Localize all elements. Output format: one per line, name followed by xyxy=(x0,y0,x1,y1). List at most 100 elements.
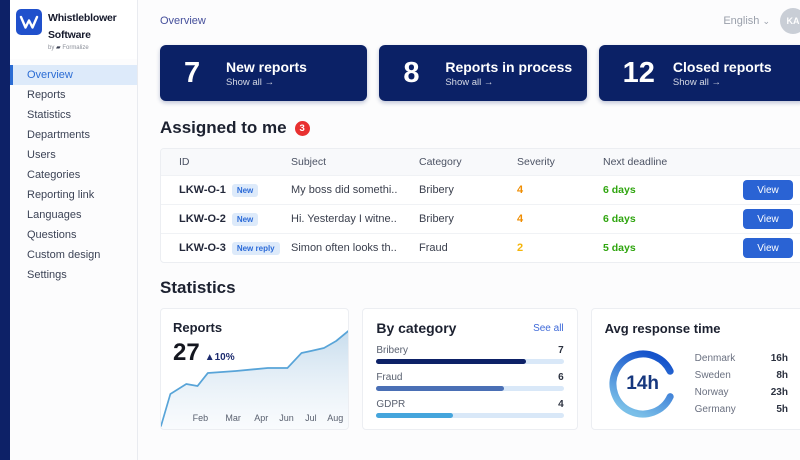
trend-up-icon: ▲ xyxy=(205,352,215,363)
sidebar-item-overview[interactable]: Overview xyxy=(10,65,137,85)
report-subject: My boss did somethi.. xyxy=(291,184,419,196)
stat-count: 12 xyxy=(623,57,655,90)
main-content: Overview English ⌄ KA 7 New reports Show… xyxy=(138,0,800,460)
reports-total: 27 xyxy=(173,339,200,367)
x-axis-label: Feb xyxy=(193,413,209,423)
sidebar-item-categories[interactable]: Categories xyxy=(10,165,137,185)
show-all-link[interactable]: Show all → xyxy=(445,77,572,88)
trend-value: 10% xyxy=(215,352,235,363)
country-value: 23h xyxy=(771,387,788,398)
report-category: Fraud xyxy=(419,242,517,254)
see-all-link[interactable]: See all xyxy=(533,323,564,334)
category-value: 6 xyxy=(558,372,564,383)
assigned-table: ID Subject Category Severity Next deadli… xyxy=(160,148,800,263)
sidebar-item-users[interactable]: Users xyxy=(10,145,137,165)
bar-fill xyxy=(376,413,453,418)
sidebar-item-reports[interactable]: Reports xyxy=(10,85,137,105)
reports-card-header: Reports 27 ▲10% xyxy=(173,319,235,367)
report-category: Bribery xyxy=(419,184,517,196)
assigned-title: Assigned to me xyxy=(160,118,287,138)
status-tag: New reply xyxy=(232,242,280,255)
x-axis-label: Mar xyxy=(225,413,241,423)
bar-track xyxy=(376,413,563,418)
table-row[interactable]: LKW-O-3 New reply Simon often looks th..… xyxy=(161,233,800,262)
statistics-cards-row: Reports 27 ▲10% xyxy=(160,308,800,430)
x-axis-label: Jun xyxy=(279,413,294,423)
report-severity: 4 xyxy=(517,184,603,196)
stat-card-in-process[interactable]: 8 Reports in process Show all → xyxy=(379,45,586,101)
status-tag: New xyxy=(232,184,258,197)
report-deadline: 6 days xyxy=(603,184,743,196)
breadcrumb[interactable]: Overview xyxy=(160,15,206,27)
language-selector[interactable]: English ⌄ xyxy=(723,15,770,27)
stat-card-new-reports[interactable]: 7 New reports Show all → xyxy=(160,45,367,101)
avg-response-card: Avg response time xyxy=(591,308,800,430)
category-bar-row: GDPR 4 xyxy=(376,399,563,418)
report-deadline: 6 days xyxy=(603,213,743,225)
category-value: 4 xyxy=(558,399,564,410)
show-all-link[interactable]: Show all → xyxy=(226,77,307,88)
sidebar-item-reporting-link[interactable]: Reporting link xyxy=(10,185,137,205)
report-id: LKW-O-2 xyxy=(179,213,226,225)
table-row[interactable]: LKW-O-2 New Hi. Yesterday I witne.. Brib… xyxy=(161,204,800,233)
category-bar-row: Fraud 6 xyxy=(376,372,563,391)
table-header-row: ID Subject Category Severity Next deadli… xyxy=(161,149,800,175)
show-all-link[interactable]: Show all → xyxy=(673,77,772,88)
statistics-section: Statistics Reports 27 ▲10% xyxy=(160,278,800,430)
by-category-card: By category See all Bribery 7 Fraud xyxy=(362,308,577,430)
sidebar-item-settings[interactable]: Settings xyxy=(10,265,137,285)
bar-fill xyxy=(376,359,526,364)
x-axis-label: Apr xyxy=(254,413,268,423)
stat-title: Closed reports xyxy=(673,59,772,75)
sidebar-item-languages[interactable]: Languages xyxy=(10,205,137,225)
brand-name: Whistleblower Software xyxy=(48,12,117,41)
col-header-subject: Subject xyxy=(291,156,419,168)
country-value: 16h xyxy=(771,353,788,364)
brand-logo[interactable]: Whistleblower Software by ▰ Formalize xyxy=(10,0,137,59)
stat-info: New reports Show all → xyxy=(226,59,307,88)
category-value: 7 xyxy=(558,345,564,356)
stat-cards-row: 7 New reports Show all → 8 Reports in pr… xyxy=(160,45,800,101)
avatar[interactable]: KA xyxy=(780,8,800,34)
app-root: Whistleblower Software by ▰ Formalize Ov… xyxy=(0,0,800,460)
report-category: Bribery xyxy=(419,213,517,225)
sidebar-item-statistics[interactable]: Statistics xyxy=(10,105,137,125)
country-label: Sweden xyxy=(695,370,731,381)
arrow-right-icon: → xyxy=(711,77,721,88)
country-row: Denmark 16h xyxy=(695,350,788,367)
category-label: GDPR xyxy=(376,399,405,410)
brand-logo-icon xyxy=(16,9,42,40)
category-bar-row: Bribery 7 xyxy=(376,345,563,364)
chevron-down-icon: ⌄ xyxy=(762,16,770,26)
arrow-right-icon: → xyxy=(265,77,275,88)
bar-track xyxy=(376,359,563,364)
stat-card-closed[interactable]: 12 Closed reports Show all → xyxy=(599,45,800,101)
brand-byline: by ▰ Formalize xyxy=(48,45,117,51)
reports-card-title: Reports xyxy=(173,320,222,335)
table-row[interactable]: LKW-O-1 New My boss did somethi.. Briber… xyxy=(161,175,800,204)
view-button[interactable]: View xyxy=(743,180,793,200)
stat-count: 8 xyxy=(403,57,427,90)
category-label: Bribery xyxy=(376,345,408,356)
stat-info: Reports in process Show all → xyxy=(445,59,572,88)
country-value: 5h xyxy=(776,404,788,415)
sidebar-item-departments[interactable]: Departments xyxy=(10,125,137,145)
avg-response-value: 14h xyxy=(607,348,679,420)
topbar-right: English ⌄ KA xyxy=(723,8,800,34)
view-button[interactable]: View xyxy=(743,238,793,258)
sidebar: Whistleblower Software by ▰ Formalize Ov… xyxy=(10,0,138,460)
country-label: Germany xyxy=(695,404,736,415)
report-subject: Simon often looks th.. xyxy=(291,242,419,254)
col-header-category: Category xyxy=(419,156,517,168)
stat-title: New reports xyxy=(226,59,307,75)
report-severity: 2 xyxy=(517,242,603,254)
x-axis-labels: FebMarAprJunJulAug xyxy=(161,413,348,424)
x-axis-label: Aug xyxy=(327,413,343,423)
sidebar-item-questions[interactable]: Questions xyxy=(10,225,137,245)
assigned-count-badge: 3 xyxy=(295,121,310,136)
report-severity: 4 xyxy=(517,213,603,225)
country-value: 8h xyxy=(776,370,788,381)
sidebar-item-custom-design[interactable]: Custom design xyxy=(10,245,137,265)
col-header-severity: Severity xyxy=(517,156,603,168)
view-button[interactable]: View xyxy=(743,209,793,229)
